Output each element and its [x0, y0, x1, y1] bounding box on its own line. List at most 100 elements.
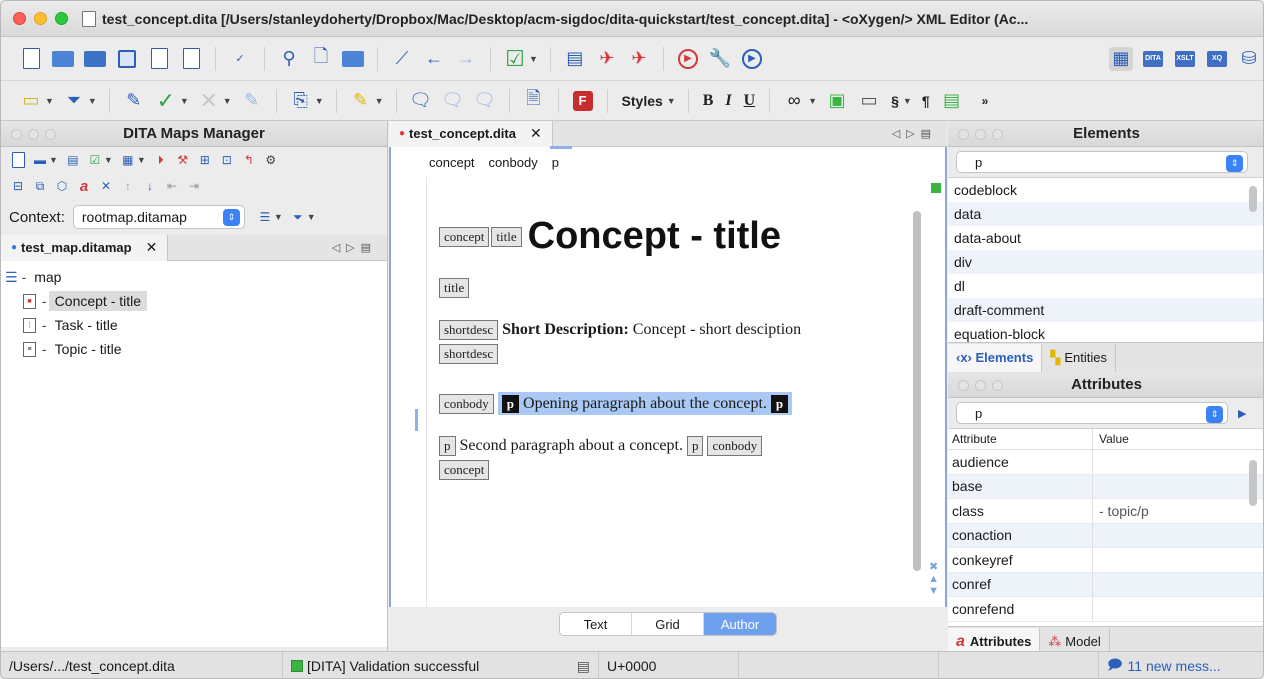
element-item[interactable]: data-about	[948, 226, 1263, 250]
section-button[interactable]: §	[891, 93, 899, 109]
value-column-header[interactable]: Value	[1093, 432, 1129, 446]
spellcheck-button[interactable]: ✓	[228, 47, 252, 71]
element-item[interactable]: dl	[948, 274, 1263, 298]
move-down-button[interactable]: ↓	[142, 178, 158, 194]
perspective-xquery-button[interactable]: XQ	[1205, 47, 1229, 71]
chevron-down-icon[interactable]: ▼	[903, 96, 912, 106]
find-replace-button[interactable]	[341, 47, 365, 71]
move-up-button[interactable]: ↑	[120, 178, 136, 194]
mode-text-button[interactable]: Text	[560, 613, 632, 635]
validate-map-button[interactable]: ☑	[87, 152, 103, 168]
chevron-down-icon[interactable]: ▼	[180, 96, 189, 106]
panel-min-button[interactable]	[975, 380, 986, 391]
chevron-down-icon[interactable]: ▼	[104, 155, 113, 165]
chevron-down-icon[interactable]: ▼	[274, 212, 283, 222]
edit-comment-button[interactable]: 🗨	[441, 89, 465, 113]
back-button[interactable]: ←	[422, 47, 446, 71]
map-insert-button[interactable]: ⊞	[197, 152, 213, 168]
chevron-down-icon[interactable]: ▼	[307, 212, 316, 222]
tag-conbody-close[interactable]: conbody	[707, 436, 763, 457]
tab-navigation-icon[interactable]: ◁▷▤	[332, 241, 377, 254]
add-comment-button[interactable]: 🗨	[409, 89, 433, 113]
new-map-button[interactable]	[10, 152, 26, 168]
open-folder-button[interactable]	[51, 47, 75, 71]
elements-filter-select[interactable]: p ⇕	[956, 151, 1248, 173]
chevron-down-icon[interactable]: ▼	[223, 96, 232, 106]
panel-min-button[interactable]	[28, 129, 39, 140]
attribute-row[interactable]: conrefend	[948, 597, 1263, 622]
tag-shortdesc-open[interactable]: shortdesc	[439, 320, 499, 341]
open-map-button[interactable]: ▬	[32, 152, 48, 168]
next-problem-icon[interactable]: ▼	[928, 585, 939, 597]
elements-scrollbar[interactable]	[1249, 186, 1257, 212]
minimize-window-button[interactable]	[34, 12, 47, 25]
chevron-down-icon[interactable]: ▼	[88, 96, 97, 106]
map-run-button[interactable]: ⏵	[153, 152, 169, 168]
attribute-row[interactable]: class - topic/p	[948, 499, 1263, 524]
panel-max-button[interactable]	[992, 129, 1003, 140]
insert-media-button[interactable]: ▭	[857, 89, 881, 113]
find-button[interactable]: ⚲	[277, 47, 301, 71]
map-config-button[interactable]: ⚒	[175, 152, 191, 168]
comment-button[interactable]: ✎	[240, 89, 264, 113]
attribute-row[interactable]: conaction	[948, 523, 1263, 548]
paste-button[interactable]: ⎘	[289, 89, 313, 113]
framework-button[interactable]: F	[571, 89, 595, 113]
overflow-chevron[interactable]: »	[982, 94, 989, 108]
para2-text[interactable]: Second paragraph about a concept.	[460, 437, 683, 454]
tab-entities[interactable]: ▚ Entities	[1042, 343, 1116, 372]
tab-test-map[interactable]: ● test_map.ditamap ✕	[1, 234, 169, 261]
tab-test-concept[interactable]: ● test_concept.dita ✕	[389, 120, 553, 147]
perspective-editor-button[interactable]: ▦	[1109, 46, 1133, 71]
close-window-button[interactable]	[13, 12, 26, 25]
attributes-element-select[interactable]: p ⇕	[956, 402, 1228, 424]
panel-close-button[interactable]	[958, 380, 969, 391]
breadcrumb-conbody[interactable]: conbody	[489, 155, 538, 170]
problem-navigation[interactable]: ✖ ▲ ▼	[928, 561, 939, 597]
tag-title-open[interactable]: title	[491, 226, 522, 247]
reload-button[interactable]	[179, 47, 203, 71]
map-move-button[interactable]: ↰	[241, 152, 257, 168]
attribute-value[interactable]: - topic/p	[1093, 503, 1149, 519]
map-filter-button[interactable]: ⏷	[290, 209, 306, 225]
format-indent-button[interactable]: ⟋	[390, 47, 414, 71]
chevron-down-icon[interactable]: ▼	[45, 96, 54, 106]
chevron-down-icon[interactable]: ▼	[375, 96, 384, 106]
accept-change-button[interactable]: ✓	[154, 88, 178, 113]
configure-transformation-button[interactable]: 🔧	[708, 47, 732, 71]
tag-p-open-2[interactable]: p	[439, 436, 456, 457]
insert-element-button[interactable]: ▭	[19, 89, 43, 113]
new-document-button[interactable]	[19, 47, 43, 71]
tag-p-close-2[interactable]: p	[686, 436, 704, 457]
element-item[interactable]: div	[948, 250, 1263, 274]
save-all-button[interactable]	[147, 47, 171, 71]
tree-root[interactable]: ☰ - map	[1, 265, 387, 289]
validate-button[interactable]: ☑	[503, 46, 527, 71]
scroll-thumb[interactable]	[913, 211, 921, 571]
close-tab-icon[interactable]: ✕	[146, 239, 158, 256]
para1-text[interactable]: Opening paragraph about the concept.	[523, 395, 767, 412]
previous-problem-icon[interactable]: ▲	[928, 573, 939, 585]
chevron-down-icon[interactable]: ▼	[49, 155, 58, 165]
perspective-dita-button[interactable]: DITA	[1141, 47, 1165, 71]
status-validation[interactable]: [DITA] Validation successful ▤	[283, 652, 599, 678]
tag-p-open[interactable]: p	[501, 395, 520, 414]
map-edit-button[interactable]: ⊟	[10, 178, 26, 194]
attributes-scrollbar[interactable]	[1249, 460, 1257, 506]
document-content[interactable]: concept title Concept - title title shor…	[439, 195, 879, 482]
tab-navigation-icon[interactable]: ◁▷▤	[892, 127, 937, 140]
breadcrumb-p[interactable]: p	[549, 145, 573, 170]
bold-button[interactable]: B	[703, 92, 714, 110]
chevron-down-icon[interactable]: ▼	[315, 96, 324, 106]
element-item[interactable]: codeblock	[948, 178, 1263, 202]
link-button[interactable]: ∞	[782, 89, 806, 113]
edit-profile-button[interactable]: ✎	[122, 89, 146, 113]
forward-button[interactable]: →	[454, 47, 478, 71]
mode-author-button[interactable]: Author	[704, 613, 776, 635]
highlight-button[interactable]: ✎	[349, 89, 373, 113]
panel-max-button[interactable]	[992, 380, 1003, 391]
demote-button[interactable]: ⇥	[186, 178, 202, 194]
chevron-down-icon[interactable]: ▼	[808, 96, 817, 106]
attribute-row[interactable]: conkeyref	[948, 548, 1263, 573]
outline-button[interactable]: ▤	[563, 47, 587, 71]
